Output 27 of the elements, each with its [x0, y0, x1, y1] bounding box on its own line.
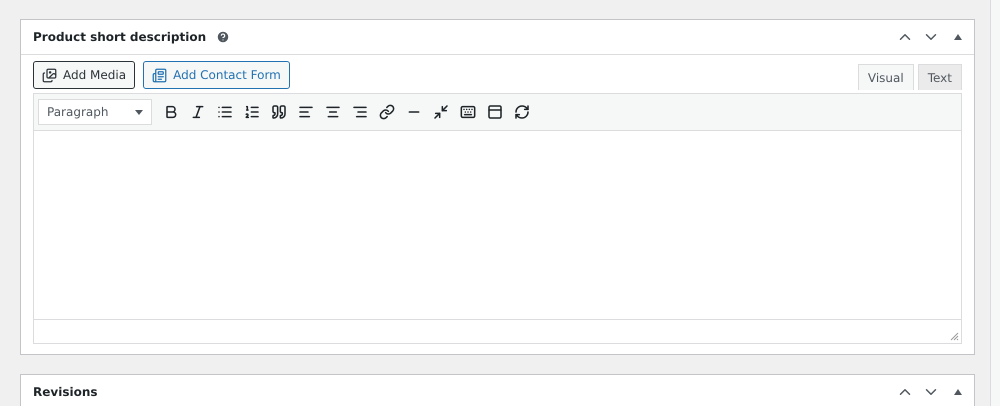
quote-icon[interactable] [271, 104, 287, 120]
align-center-icon[interactable] [325, 104, 341, 120]
bulleted-list-icon[interactable] [217, 104, 233, 120]
form-icon [152, 68, 168, 82]
add-media-button[interactable]: Add Media [33, 61, 136, 89]
panel-title: Product short description [33, 30, 206, 44]
collapse-icon[interactable] [954, 389, 962, 395]
resize-handle-icon[interactable] [950, 332, 959, 341]
align-left-icon[interactable] [298, 104, 314, 120]
refresh-icon[interactable] [514, 104, 530, 120]
caret-icon [135, 110, 143, 114]
collapse-icon[interactable] [954, 34, 962, 40]
bold-icon[interactable] [163, 104, 179, 120]
form-icon[interactable] [487, 104, 503, 120]
media-icon [42, 68, 57, 82]
link-icon[interactable] [379, 104, 395, 120]
fullscreen-icon[interactable] [433, 104, 449, 120]
align-right-icon[interactable] [352, 104, 368, 120]
editor-tab[interactable]: Text [918, 64, 962, 90]
italic-icon[interactable] [190, 104, 206, 120]
panel-title: Revisions [33, 385, 98, 399]
numbered-list-icon[interactable] [244, 104, 260, 120]
keyboard-icon[interactable] [460, 104, 476, 120]
editor-tab[interactable]: Visual [858, 64, 914, 90]
add-contact-form-button[interactable]: Add Contact Form [143, 61, 290, 89]
format-select[interactable]: Paragraph [38, 99, 152, 125]
help-icon[interactable] [216, 30, 230, 44]
